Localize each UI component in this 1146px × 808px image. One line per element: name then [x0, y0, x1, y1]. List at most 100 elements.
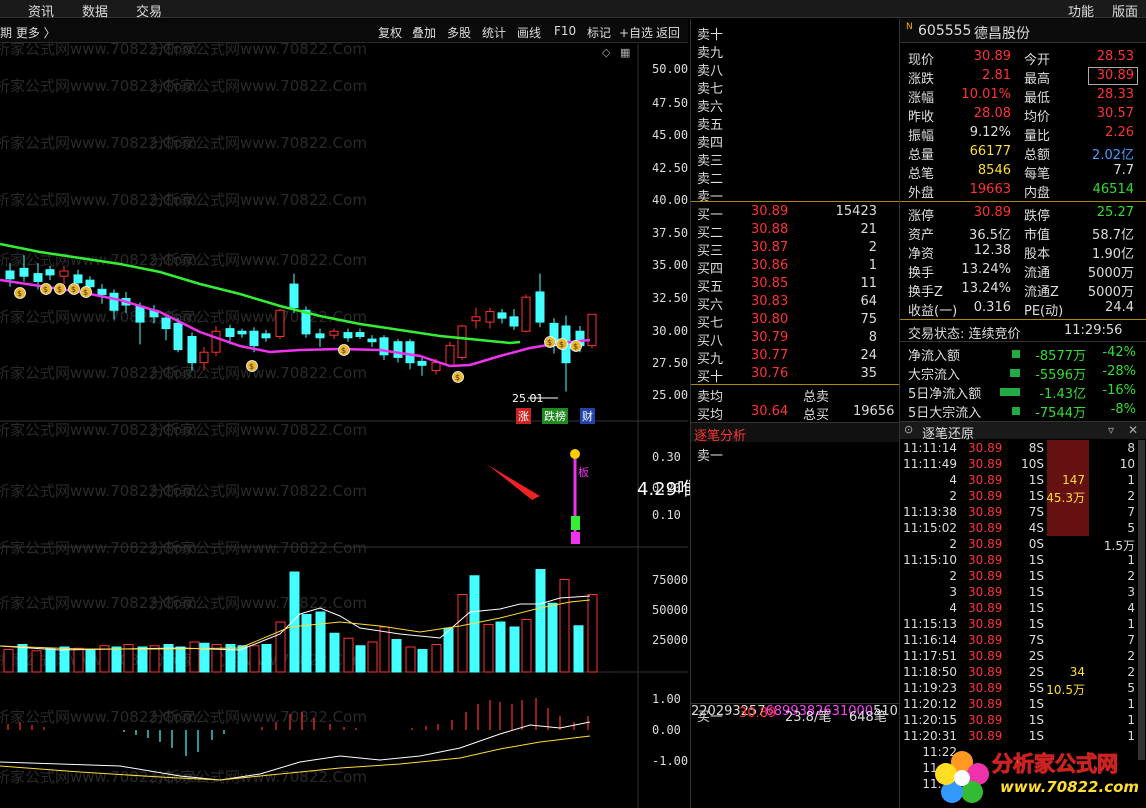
volume-bar[interactable]	[521, 619, 532, 673]
volume-bar[interactable]	[261, 644, 272, 673]
candle[interactable]	[19, 255, 29, 282]
candle[interactable]	[161, 314, 171, 341]
buy-row[interactable]: 买九 30.77 24	[691, 347, 899, 367]
buy-row[interactable]: 买四 30.86 1	[691, 257, 899, 277]
candle[interactable]	[485, 307, 495, 329]
volume-bar[interactable]	[199, 642, 210, 673]
volume-bar[interactable]	[31, 650, 42, 673]
volume-bar[interactable]	[535, 569, 546, 673]
candle[interactable]	[549, 318, 559, 354]
volume-bar[interactable]	[443, 627, 454, 673]
volume-bar[interactable]	[417, 649, 428, 673]
sell-row[interactable]: 卖八	[691, 59, 899, 79]
money-bag-icon[interactable]: $	[68, 283, 80, 295]
analysis-header[interactable]: 逐笔分析	[691, 422, 899, 444]
money-bag-icon[interactable]: $	[14, 287, 26, 299]
volume-bar[interactable]	[329, 632, 340, 673]
volume-bar[interactable]	[483, 624, 494, 673]
candle[interactable]	[535, 273, 545, 328]
tick-row[interactable]: 4 30.89 1S 4	[900, 601, 1146, 617]
volume-bar[interactable]	[367, 641, 378, 673]
ticks-scrollbar[interactable]	[1138, 440, 1145, 760]
volume-bar[interactable]	[45, 647, 56, 673]
close-icon[interactable]: ✕	[1128, 423, 1138, 437]
candle[interactable]	[445, 341, 455, 367]
candle[interactable]	[199, 346, 209, 371]
candle[interactable]	[109, 289, 119, 320]
money-bag-icon[interactable]: $	[556, 338, 568, 350]
candle[interactable]	[135, 302, 145, 345]
sell-row[interactable]: 卖六	[691, 95, 899, 115]
candle[interactable]	[521, 294, 531, 333]
multi-stock-button[interactable]: 多股	[447, 24, 471, 41]
tick-row[interactable]: 11:15:02 30.89 4S 5	[900, 521, 1146, 537]
candle[interactable]	[187, 332, 197, 371]
stock-header[interactable]: N 605555 德昌股份	[900, 19, 1146, 43]
volume-bar[interactable]	[391, 639, 402, 673]
diamond-icon[interactable]: ◇	[602, 46, 610, 59]
volume-bar[interactable]	[559, 579, 570, 673]
buy-row[interactable]: 买八 30.79 8	[691, 329, 899, 349]
adjust-button[interactable]: 复权	[378, 24, 402, 41]
candle[interactable]	[509, 308, 519, 330]
candle[interactable]	[329, 328, 339, 340]
money-bag-icon[interactable]: $	[80, 286, 92, 298]
volume-bar[interactable]	[355, 645, 366, 673]
tick-row[interactable]: 3 30.89 1S 3	[900, 585, 1146, 601]
candle[interactable]	[211, 326, 221, 357]
money-bag-icon[interactable]: $	[544, 336, 556, 348]
candle[interactable]	[45, 265, 55, 281]
sell-row[interactable]: 卖五	[691, 113, 899, 133]
candle[interactable]	[497, 308, 507, 324]
candle[interactable]	[355, 328, 365, 340]
candle[interactable]	[343, 328, 353, 342]
volume-bar[interactable]	[431, 644, 442, 673]
buy-row[interactable]: 买七 30.80 75	[691, 311, 899, 331]
menu-trade[interactable]: 交易	[136, 1, 162, 20]
sell-row[interactable]: 卖九	[691, 41, 899, 61]
add-watchlist-button[interactable]: +自选	[619, 24, 653, 41]
draw-button[interactable]: 画线	[517, 24, 541, 41]
ticks-header[interactable]: ⊙ 逐笔还原 ▿ ✕	[900, 421, 1146, 442]
candle[interactable]	[379, 335, 389, 361]
sell-row[interactable]: 卖二	[691, 167, 899, 187]
money-bag-icon[interactable]: $	[40, 283, 52, 295]
tick-row[interactable]: 11:13:38 30.89 7S 7	[900, 505, 1146, 521]
tick-row[interactable]: 11:11:14 30.89 8S 8	[900, 441, 1146, 457]
tick-row[interactable]: 11:15:10 30.89 1S 1	[900, 553, 1146, 569]
candle[interactable]	[367, 335, 377, 347]
buy-row[interactable]: 买六 30.83 64	[691, 293, 899, 313]
money-bag-icon[interactable]: $	[246, 360, 258, 372]
volume-bar[interactable]	[137, 646, 148, 673]
menu-layout[interactable]: 版面	[1112, 1, 1138, 20]
overlay-button[interactable]: 叠加	[412, 24, 436, 41]
tick-row[interactable]: 2 30.89 0S 1.5万	[900, 537, 1146, 553]
tick-row[interactable]: 11:20:15 30.89 1S 1	[900, 713, 1146, 729]
volume-bar[interactable]	[59, 646, 70, 673]
chart-area[interactable]: 分析家公式网www.70822.Com 分析家公式网www.70822.Com 分析…	[0, 40, 688, 808]
back-button[interactable]: 返回	[656, 24, 680, 41]
candle[interactable]	[275, 308, 285, 340]
buy-row[interactable]: 买三 30.87 2	[691, 239, 899, 259]
volume-bar[interactable]	[587, 594, 598, 673]
candle[interactable]	[393, 339, 403, 363]
tick-row[interactable]: 11:20:12 30.89 1S 1	[900, 697, 1146, 713]
sell-row[interactable]: 卖七	[691, 77, 899, 97]
candle[interactable]	[561, 315, 571, 392]
volume-bar[interactable]	[547, 602, 558, 673]
candle[interactable]	[289, 273, 299, 313]
tick-row[interactable]: 2 30.89 1S 45.3万 2	[900, 489, 1146, 505]
volume-bar[interactable]	[457, 594, 468, 673]
money-bag-icon[interactable]: $	[54, 283, 66, 295]
menu-news[interactable]: 资讯	[28, 1, 54, 20]
mark-button[interactable]: 标记	[587, 24, 611, 41]
volume-bar[interactable]	[509, 626, 520, 673]
money-bag-icon[interactable]: $	[452, 371, 464, 383]
candle[interactable]	[59, 265, 69, 285]
volume-bar[interactable]	[85, 649, 96, 673]
grid-icon[interactable]: ▦	[620, 46, 630, 59]
buy-row[interactable]: 买五 30.85 11	[691, 275, 899, 295]
volume-bar[interactable]	[301, 614, 312, 673]
volume-bar[interactable]	[315, 611, 326, 673]
volume-bar[interactable]	[73, 647, 84, 673]
